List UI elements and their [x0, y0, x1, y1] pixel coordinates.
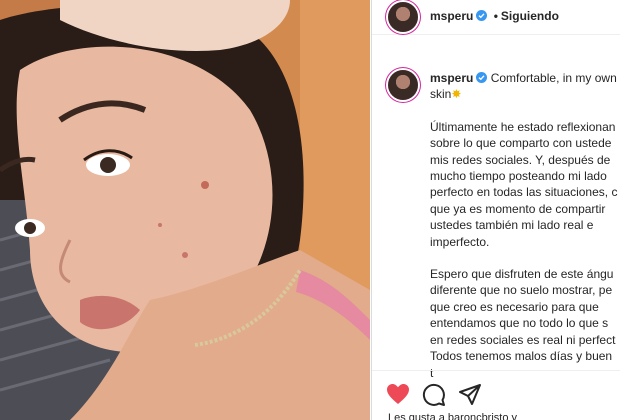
portrait-illustration — [0, 0, 370, 420]
avatar[interactable] — [388, 2, 418, 32]
post-header: msperu • Siguiendo — [372, 0, 620, 35]
caption-second-line: skin✸ — [430, 86, 620, 102]
heart-icon[interactable] — [386, 383, 410, 410]
following-button[interactable]: Siguiendo — [501, 9, 559, 23]
verified-badge-icon — [476, 72, 488, 83]
likes-text[interactable]: Les gusta a baroncbristo y — [388, 412, 517, 420]
comment-icon[interactable] — [422, 383, 446, 412]
sparkle-emoji-icon: ✸ — [451, 87, 462, 102]
caption-avatar[interactable] — [388, 70, 418, 100]
post-side-panel: msperu • Siguiendo msperu Comfortable, in… — [371, 0, 620, 420]
separator-dot: • — [493, 9, 498, 23]
post-photo[interactable] — [0, 0, 370, 420]
caption-username-link[interactable]: msperu — [430, 71, 473, 85]
caption-first-line: msperu Comfortable, in my own — [430, 70, 620, 86]
post-caption: msperu Comfortable, in my own skin✸ Últi… — [430, 70, 620, 381]
caption-headline-cont: skin — [430, 87, 452, 102]
username-link[interactable]: msperu — [430, 9, 473, 23]
paper-plane-icon[interactable] — [458, 383, 482, 412]
caption-headline: Comfortable, in my own — [490, 71, 617, 85]
caption-paragraph-2: Espero que disfruten de este ángu difere… — [430, 267, 616, 380]
verified-badge-icon — [476, 10, 488, 21]
header-text: msperu • Siguiendo — [430, 9, 559, 23]
caption-paragraph-1: Últimamente he estado reflexionan sobre … — [430, 119, 618, 249]
